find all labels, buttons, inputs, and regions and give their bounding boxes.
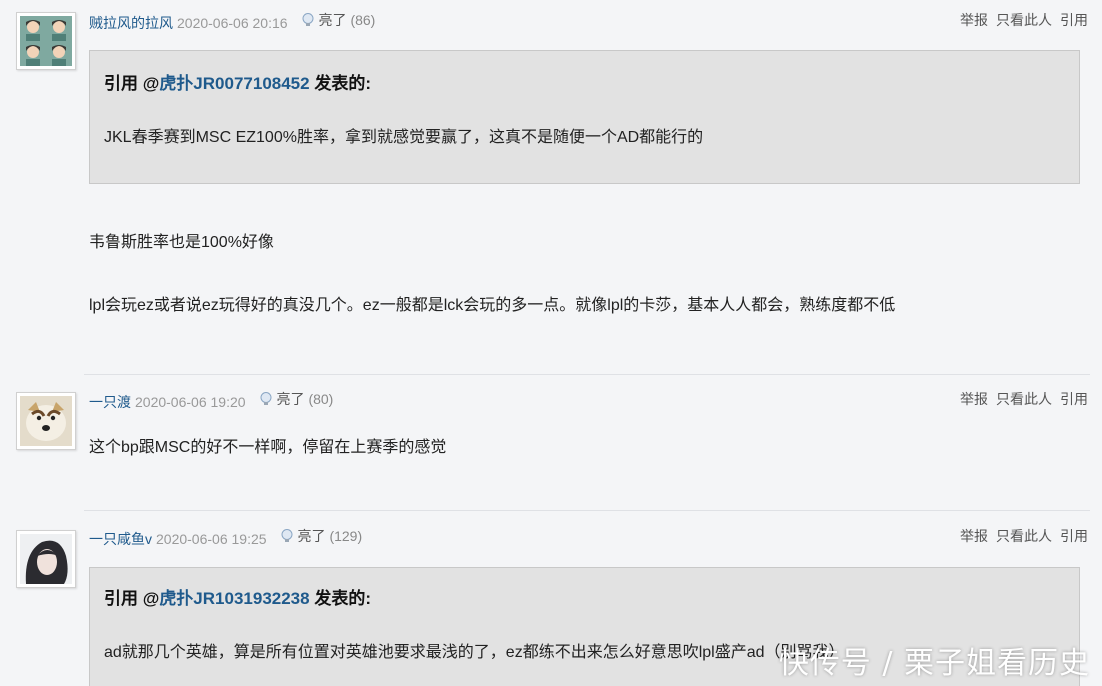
quote-header: 引用 @虎扑JR0077108452 发表的: xyxy=(104,69,371,94)
post-1: 贼拉风的拉风 2020-06-06 20:16 亮了 (86) 举报 只看此人 引用 引… xyxy=(0,0,1102,375)
report-link[interactable]: 举报 xyxy=(960,391,988,407)
quote-prefix: 引用 @ xyxy=(104,589,160,608)
light-count: (80) xyxy=(308,391,334,407)
avatar[interactable] xyxy=(16,12,76,70)
only-this-user-link[interactable]: 只看此人 xyxy=(996,12,1052,28)
quote-suffix: 发表的: xyxy=(309,589,371,608)
light-label: 亮了 xyxy=(276,391,305,407)
lightbulb-icon xyxy=(260,392,272,405)
avatar-image xyxy=(20,16,72,66)
avatar-image xyxy=(20,396,72,446)
post-2: 一只渡 2020-06-06 19:20 亮了 (80) 举报 只看此人 引用 这个bp… xyxy=(0,376,1102,512)
quote-suffix: 发表的: xyxy=(309,74,371,93)
report-link[interactable]: 举报 xyxy=(960,12,988,28)
post-divider xyxy=(84,374,1090,375)
post-paragraph: 这个bp跟MSC的好不一样啊，停留在上赛季的感觉 xyxy=(89,439,447,456)
quote-text: ad就那几个英雄，算是所有位置对英雄池要求最浅的了，ez都练不出来怎么好意思吹l… xyxy=(104,644,845,661)
lightbulb-icon xyxy=(302,13,314,26)
quote-link[interactable]: 引用 xyxy=(1060,528,1088,544)
post-actions: 举报 只看此人 引用 xyxy=(952,389,1088,409)
light-label: 亮了 xyxy=(318,12,347,28)
post-date: 2020-06-06 20:16 xyxy=(177,15,288,31)
post-meta: 贼拉风的拉风 2020-06-06 20:16 亮了 (86) xyxy=(89,10,376,31)
report-link[interactable]: 举报 xyxy=(960,528,988,544)
only-this-user-link[interactable]: 只看此人 xyxy=(996,391,1052,407)
post-actions: 举报 只看此人 引用 xyxy=(952,10,1088,30)
post-paragraph: 韦鲁斯胜率也是100%好像 xyxy=(89,234,274,251)
only-this-user-link[interactable]: 只看此人 xyxy=(996,528,1052,544)
light-count: (129) xyxy=(329,528,363,544)
lightbulb-icon xyxy=(281,529,293,542)
light-count: (86) xyxy=(350,12,376,28)
quote-link[interactable]: 引用 xyxy=(1060,391,1088,407)
quote-prefix: 引用 @ xyxy=(104,74,160,93)
quoted-user-link[interactable]: 虎扑JR0077108452 xyxy=(159,74,309,93)
post-meta: 一只渡 2020-06-06 19:20 亮了 (80) xyxy=(89,389,334,410)
light-button[interactable]: 亮了 (129) xyxy=(279,526,363,546)
post-paragraph: lpl会玩ez或者说ez玩得好的真没几个。ez一般都是lck会玩的多一点。就像l… xyxy=(89,297,896,314)
quote-block: 引用 @虎扑JR0077108452 发表的: JKL春季赛到MSC EZ100… xyxy=(89,50,1080,184)
light-button[interactable]: 亮了 (80) xyxy=(258,389,334,409)
quote-text: JKL春季赛到MSC EZ100%胜率，拿到就感觉要赢了，这真不是随便一个AD都… xyxy=(104,129,704,146)
post-meta: 一只咸鱼v 2020-06-06 19:25 亮了 (129) xyxy=(89,526,363,547)
post-date: 2020-06-06 19:20 xyxy=(135,394,246,410)
quote-link[interactable]: 引用 xyxy=(1060,12,1088,28)
quoted-user-link[interactable]: 虎扑JR1031932238 xyxy=(159,589,309,608)
light-button[interactable]: 亮了 (86) xyxy=(300,10,376,30)
quote-header: 引用 @虎扑JR1031932238 发表的: xyxy=(104,584,371,609)
light-label: 亮了 xyxy=(297,528,326,544)
avatar-image xyxy=(20,534,72,584)
watermark: 快传号 / 栗子姐看历史 xyxy=(778,646,1090,681)
avatar[interactable] xyxy=(16,392,76,450)
username-link[interactable]: 一只咸鱼v xyxy=(89,531,152,547)
post-actions: 举报 只看此人 引用 xyxy=(952,526,1088,546)
post-date: 2020-06-06 19:25 xyxy=(156,531,267,547)
username-link[interactable]: 一只渡 xyxy=(89,394,131,410)
post-divider xyxy=(84,510,1090,511)
avatar[interactable] xyxy=(16,530,76,588)
username-link[interactable]: 贼拉风的拉风 xyxy=(89,15,173,31)
